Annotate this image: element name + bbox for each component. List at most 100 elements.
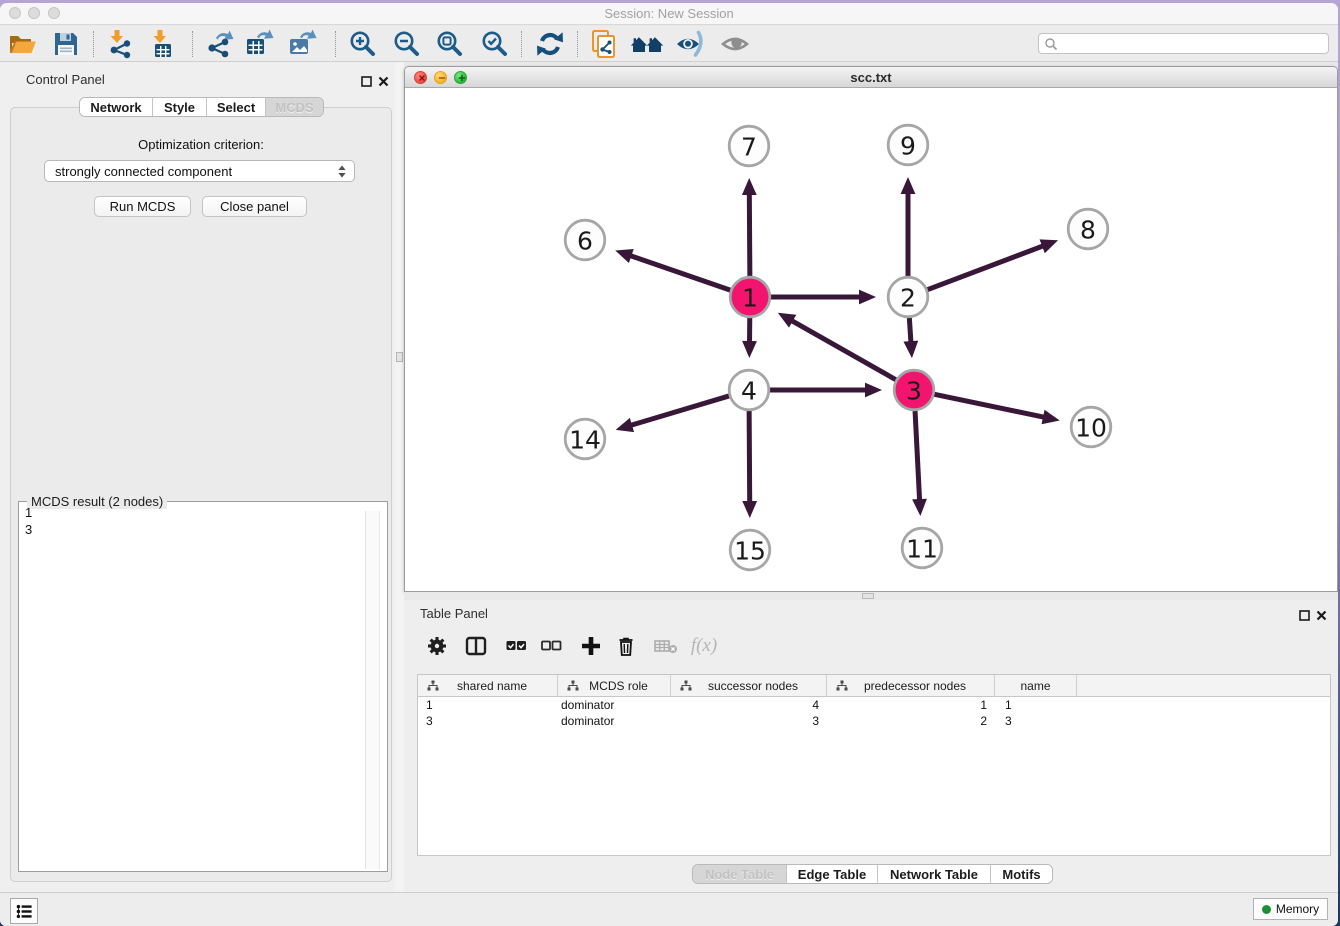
edge-3-1[interactable] <box>778 313 898 381</box>
cell-name[interactable]: 1 <box>995 697 1077 713</box>
node-9[interactable]: 9 <box>888 125 928 165</box>
node-3[interactable]: 3 <box>894 370 934 410</box>
export-table-button[interactable] <box>242 27 276 61</box>
zoom-selected-button[interactable] <box>477 27 511 61</box>
node-10[interactable]: 10 <box>1071 407 1111 447</box>
open-session-button[interactable] <box>5 27 39 61</box>
control-panel-close-button[interactable] <box>378 74 390 86</box>
node-11[interactable]: 11 <box>902 528 942 568</box>
function-builder-button[interactable]: f(x) <box>684 629 724 663</box>
edge-1-6[interactable] <box>615 249 732 291</box>
edge-4-15[interactable] <box>742 409 757 518</box>
column-header-name[interactable]: name <box>995 675 1077 696</box>
delete-table-button[interactable] <box>649 629 683 663</box>
edge-3-10[interactable] <box>933 394 1060 424</box>
node-4[interactable]: 4 <box>729 370 769 410</box>
tab-network[interactable]: Network <box>80 98 152 116</box>
node-15[interactable]: 15 <box>730 530 770 570</box>
edge-1-2[interactable] <box>769 290 876 305</box>
cell-shared-name[interactable]: 3 <box>418 713 558 729</box>
cell-MCDS-role[interactable]: dominator <box>558 697 671 713</box>
search-input[interactable] <box>1058 37 1328 51</box>
table-panel-title: Table Panel <box>420 606 488 621</box>
zoom-out-button[interactable] <box>389 27 423 61</box>
horizontal-splitter[interactable] <box>404 592 1338 600</box>
automation-panel-button[interactable] <box>10 898 38 924</box>
node-label: 14 <box>569 426 601 455</box>
mcds-result-list[interactable]: 13 <box>21 505 370 869</box>
cell-successor-nodes[interactable]: 4 <box>671 697 827 713</box>
tab-mcds[interactable]: MCDS <box>265 98 323 116</box>
splitter-grip[interactable] <box>862 593 874 599</box>
import-network-button[interactable] <box>102 27 136 61</box>
tab-style[interactable]: Style <box>152 98 206 116</box>
control-panel-float-button[interactable] <box>361 74 373 86</box>
edge-4-14[interactable] <box>616 395 731 432</box>
optimization-criterion-label: Optimization criterion: <box>11 137 391 152</box>
column-header-successor-nodes[interactable]: successor nodes <box>671 675 827 696</box>
cell-predecessor-nodes[interactable]: 2 <box>827 713 995 729</box>
zoom-in-button[interactable] <box>345 27 379 61</box>
show-columns-button[interactable] <box>459 629 493 663</box>
edge-2-9[interactable] <box>901 177 916 278</box>
cell-successor-nodes[interactable]: 3 <box>671 713 827 729</box>
tab-select[interactable]: Select <box>206 98 265 116</box>
table-row[interactable]: 1dominator411 <box>418 697 1330 713</box>
memory-button[interactable]: Memory <box>1253 898 1328 920</box>
node-8[interactable]: 8 <box>1068 209 1108 249</box>
tab-edge-table[interactable]: Edge Table <box>786 865 877 883</box>
delete-row-button[interactable] <box>609 629 643 663</box>
tab-motifs[interactable]: Motifs <box>990 865 1052 883</box>
network-from-selection-button[interactable] <box>587 27 621 61</box>
cell-name[interactable]: 3 <box>995 713 1077 729</box>
tab-node-table[interactable]: Node Table <box>693 865 786 883</box>
mcds-result-scrollbar[interactable] <box>365 511 380 869</box>
table-panel-close-button[interactable] <box>1316 608 1328 620</box>
tab-network-table[interactable]: Network Table <box>877 865 990 883</box>
run-mcds-button[interactable]: Run MCDS <box>94 196 191 217</box>
table-panel-float-button[interactable] <box>1299 608 1311 620</box>
search-box[interactable] <box>1038 33 1329 54</box>
network-graph[interactable]: 1 2 3 4 6 7 8 9 10 11 14 15 <box>405 88 1337 591</box>
deselect-all-icon <box>539 634 563 658</box>
edge-4-3[interactable] <box>768 383 882 398</box>
import-table-button[interactable] <box>145 27 179 61</box>
criterion-dropdown[interactable]: strongly connected component <box>44 160 355 182</box>
export-network-button[interactable] <box>203 27 237 61</box>
deselect-all-button[interactable] <box>534 629 568 663</box>
vertical-splitter[interactable] <box>395 62 404 892</box>
edge-1-4[interactable] <box>742 316 757 358</box>
splitter-grip[interactable] <box>396 352 403 362</box>
edge-2-8[interactable] <box>926 239 1058 290</box>
node-7[interactable]: 7 <box>729 126 769 166</box>
apply-layout-button[interactable] <box>533 27 567 61</box>
node-14[interactable]: 14 <box>565 419 605 459</box>
edge-2-3[interactable] <box>903 316 918 358</box>
table-row[interactable]: 3dominator323 <box>418 713 1330 729</box>
column-header-predecessor-nodes[interactable]: predecessor nodes <box>827 675 995 696</box>
zoom-fit-button[interactable] <box>432 27 466 61</box>
node-2[interactable]: 2 <box>888 277 928 317</box>
node-6[interactable]: 6 <box>565 220 605 260</box>
cell-shared-name[interactable]: 1 <box>418 697 558 713</box>
mcds-panel: Optimization criterion: strongly connect… <box>10 107 392 882</box>
table-options-button[interactable] <box>420 629 454 663</box>
network-canvas[interactable]: 1 2 3 4 6 7 8 9 10 11 14 15 <box>405 88 1337 591</box>
plus-icon <box>579 634 603 658</box>
column-header-shared-name[interactable]: shared name <box>418 675 558 696</box>
hide-selected-button[interactable] <box>674 27 708 61</box>
show-all-button[interactable] <box>718 27 752 61</box>
save-session-button[interactable] <box>49 27 83 61</box>
select-all-button[interactable] <box>499 629 533 663</box>
edge-3-11[interactable] <box>912 409 927 516</box>
node-1[interactable]: 1 <box>730 277 770 317</box>
first-neighbors-button[interactable] <box>630 27 664 61</box>
zoom-in-icon <box>347 29 377 59</box>
add-row-button[interactable] <box>574 629 608 663</box>
cell-predecessor-nodes[interactable]: 1 <box>827 697 995 713</box>
edge-1-7[interactable] <box>742 178 757 278</box>
column-header-MCDS-role[interactable]: MCDS role <box>558 675 671 696</box>
export-image-button[interactable] <box>285 27 319 61</box>
cell-MCDS-role[interactable]: dominator <box>558 713 671 729</box>
close-panel-button[interactable]: Close panel <box>202 196 307 217</box>
